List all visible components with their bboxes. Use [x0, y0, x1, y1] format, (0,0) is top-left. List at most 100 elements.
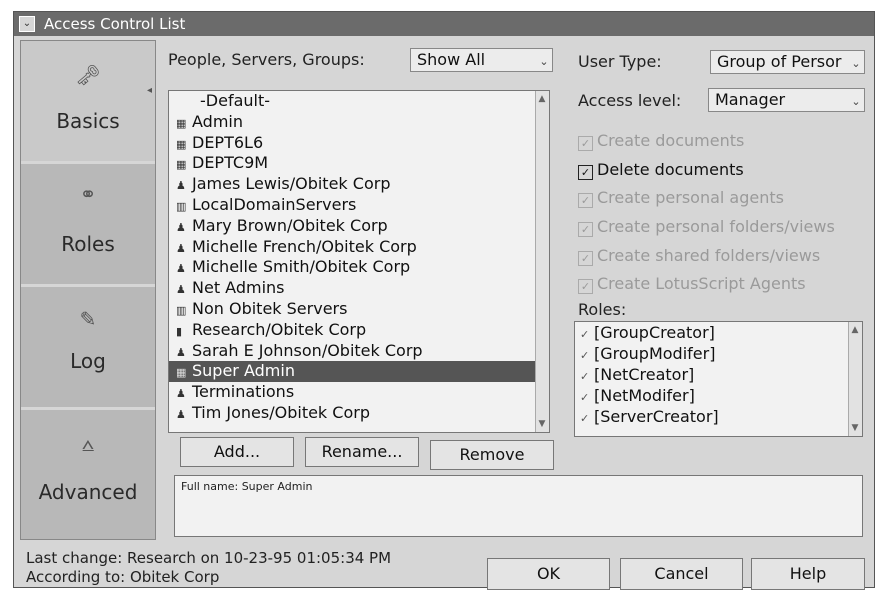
user-type-select[interactable]: Group of Persor ⌄ — [710, 50, 865, 74]
cancel-button[interactable]: Cancel — [620, 558, 743, 590]
sidebar-item-label: Basics — [56, 109, 120, 133]
list-item[interactable]: ♟ Michelle Smith/Obitek Corp — [169, 257, 549, 278]
sidebar-item-roles[interactable]: ⚭ Roles — [21, 164, 155, 287]
list-item-label: DEPTC9M — [192, 153, 269, 173]
list-item-label: James Lewis/Obitek Corp — [192, 174, 391, 194]
user-type-label: User Type: — [578, 52, 662, 71]
list-item-label: Mary Brown/Obitek Corp — [192, 215, 388, 235]
selected-arrow-icon: ◂ — [147, 85, 153, 96]
rename-button[interactable]: Rename... — [305, 437, 419, 467]
group-icon: ▦ — [176, 116, 187, 130]
person-icon: ♟ — [176, 387, 186, 401]
sidebar-item-label: Advanced — [38, 480, 138, 504]
checkbox-check-icon: ✓ — [578, 193, 593, 208]
server-group-icon: ▥ — [176, 303, 187, 317]
list-item-label: Sarah E Johnson/Obitek Corp — [192, 340, 423, 360]
sidebar-item-log[interactable]: ✎ Log — [21, 287, 155, 410]
help-button[interactable]: Help — [751, 558, 865, 590]
chevron-down-icon: ⌄ — [851, 57, 861, 70]
list-item[interactable]: ▦ Admin — [169, 112, 549, 133]
scroll-up-icon[interactable]: ▲ — [537, 94, 547, 104]
scroll-down-icon[interactable]: ▼ — [850, 423, 860, 433]
privilege-label: Create shared folders/views — [597, 246, 821, 265]
privilege-label: Create personal folders/views — [597, 217, 835, 236]
ok-button[interactable]: OK — [487, 558, 610, 590]
system-menu-icon[interactable]: ⌄ — [19, 16, 35, 32]
server-icon: ▮ — [176, 324, 183, 338]
person-icon: ♟ — [176, 407, 186, 421]
privilege-checkbox: ✓ Create LotusScript Agents — [578, 274, 806, 294]
list-item[interactable]: ♟ Net Admins — [169, 278, 549, 299]
group-icon: ▦ — [176, 366, 187, 380]
role-item[interactable]: ✓ [GroupModifer] — [575, 343, 862, 364]
sidebar-item-basics[interactable]: 🗝 Basics ◂ — [21, 41, 155, 164]
person-icon: ♟ — [176, 283, 186, 297]
roles-list[interactable]: ✓ [GroupCreator] ✓ [GroupModifer] ✓ [NetCreat… — [574, 321, 863, 437]
list-item[interactable]: ♟ Sarah E Johnson/Obitek Corp — [169, 341, 549, 362]
list-item[interactable]: ▦ Super Admin — [169, 361, 549, 383]
server-group-icon: ▥ — [176, 199, 187, 213]
list-item-label: Research/Obitek Corp — [192, 319, 367, 339]
list-item[interactable]: ▦ DEPTC9M — [169, 153, 549, 174]
group-icon: ▦ — [176, 158, 187, 172]
chevron-down-icon: ⌄ — [851, 95, 861, 108]
last-change-text: Last change: Research on 10-23-95 01:05:… — [26, 549, 392, 567]
scroll-down-icon[interactable]: ▼ — [537, 419, 547, 429]
list-item-label: Super Admin — [192, 361, 295, 381]
list-item[interactable]: ♟ Tim Jones/Obitek Corp — [169, 403, 549, 424]
person-icon: ♟ — [176, 220, 186, 234]
show-filter-select[interactable]: Show All ⌄ — [410, 48, 553, 72]
remove-button[interactable]: Remove — [430, 440, 554, 470]
roles-list-scrollbar[interactable]: ▲ ▼ — [848, 322, 862, 436]
roles-icon: ⚭ — [79, 182, 97, 206]
people-list-scrollbar[interactable]: ▲ ▼ — [535, 91, 549, 432]
check-icon: ✓ — [580, 370, 590, 383]
privilege-label: Create LotusScript Agents — [597, 274, 806, 293]
group-icon: ▦ — [176, 137, 187, 151]
list-item[interactable]: ♟ Terminations — [169, 382, 549, 403]
according-to-text: According to: Obitek Corp — [26, 568, 220, 586]
list-item[interactable]: ♟ Mary Brown/Obitek Corp — [169, 216, 549, 237]
sidebar-item-label: Roles — [61, 232, 115, 256]
list-item[interactable]: ♟ James Lewis/Obitek Corp — [169, 174, 549, 195]
list-item[interactable]: -Default- — [169, 91, 549, 112]
list-item[interactable]: ▥ Non Obitek Servers — [169, 299, 549, 320]
chevron-down-icon: ⌄ — [539, 55, 549, 68]
privilege-label: Create documents — [597, 131, 745, 150]
role-label: [ServerCreator] — [594, 407, 719, 426]
list-item[interactable]: ▥ LocalDomainServers — [169, 195, 549, 216]
list-item-label: Terminations — [192, 382, 295, 402]
role-item[interactable]: ✓ [NetModifer] — [575, 385, 862, 406]
privilege-checkbox[interactable]: ✓ Delete documents — [578, 160, 744, 180]
role-item[interactable]: ✓ [NetCreator] — [575, 364, 862, 385]
sidebar-item-advanced[interactable]: ⩟ Advanced — [21, 410, 155, 539]
list-item-label: Admin — [192, 111, 243, 131]
list-item-label: -Default- — [200, 91, 271, 110]
advanced-icon: ⩟ — [81, 432, 95, 456]
people-rows: -Default- ▦ Admin ▦ DEPT6L6 ▦ DEPTC9M ♟ James Le… — [169, 91, 549, 424]
access-level-select[interactable]: Manager ⌄ — [708, 88, 865, 112]
privilege-label: Create personal agents — [597, 188, 784, 207]
scroll-up-icon[interactable]: ▲ — [850, 325, 860, 335]
role-item[interactable]: ✓ [ServerCreator] — [575, 406, 862, 427]
list-item-label: DEPT6L6 — [192, 132, 264, 152]
title-bar: ⌄ Access Control List — [14, 12, 874, 36]
person-icon: ♟ — [176, 262, 186, 276]
list-item-label: Michelle French/Obitek Corp — [192, 236, 417, 256]
list-item-label: Tim Jones/Obitek Corp — [192, 402, 370, 422]
list-item[interactable]: ▮ Research/Obitek Corp — [169, 320, 549, 341]
people-list[interactable]: -Default- ▦ Admin ▦ DEPT6L6 ▦ DEPTC9M ♟ James Le… — [168, 90, 550, 433]
full-name-text: Full name: Super Admin — [181, 480, 313, 493]
add-button[interactable]: Add... — [180, 437, 294, 467]
list-item-label: Net Admins — [192, 278, 285, 298]
check-icon: ✓ — [580, 412, 590, 425]
access-level-label: Access level: — [578, 91, 682, 110]
list-item[interactable]: ▦ DEPT6L6 — [169, 133, 549, 154]
checkbox-check-icon: ✓ — [578, 165, 593, 180]
full-name-panel: Full name: Super Admin — [174, 475, 863, 537]
role-item[interactable]: ✓ [GroupCreator] — [575, 322, 862, 343]
checkbox-check-icon: ✓ — [578, 222, 593, 237]
list-item[interactable]: ♟ Michelle French/Obitek Corp — [169, 237, 549, 258]
sidebar-item-label: Log — [70, 349, 106, 373]
show-filter-value: Show All — [417, 50, 486, 69]
